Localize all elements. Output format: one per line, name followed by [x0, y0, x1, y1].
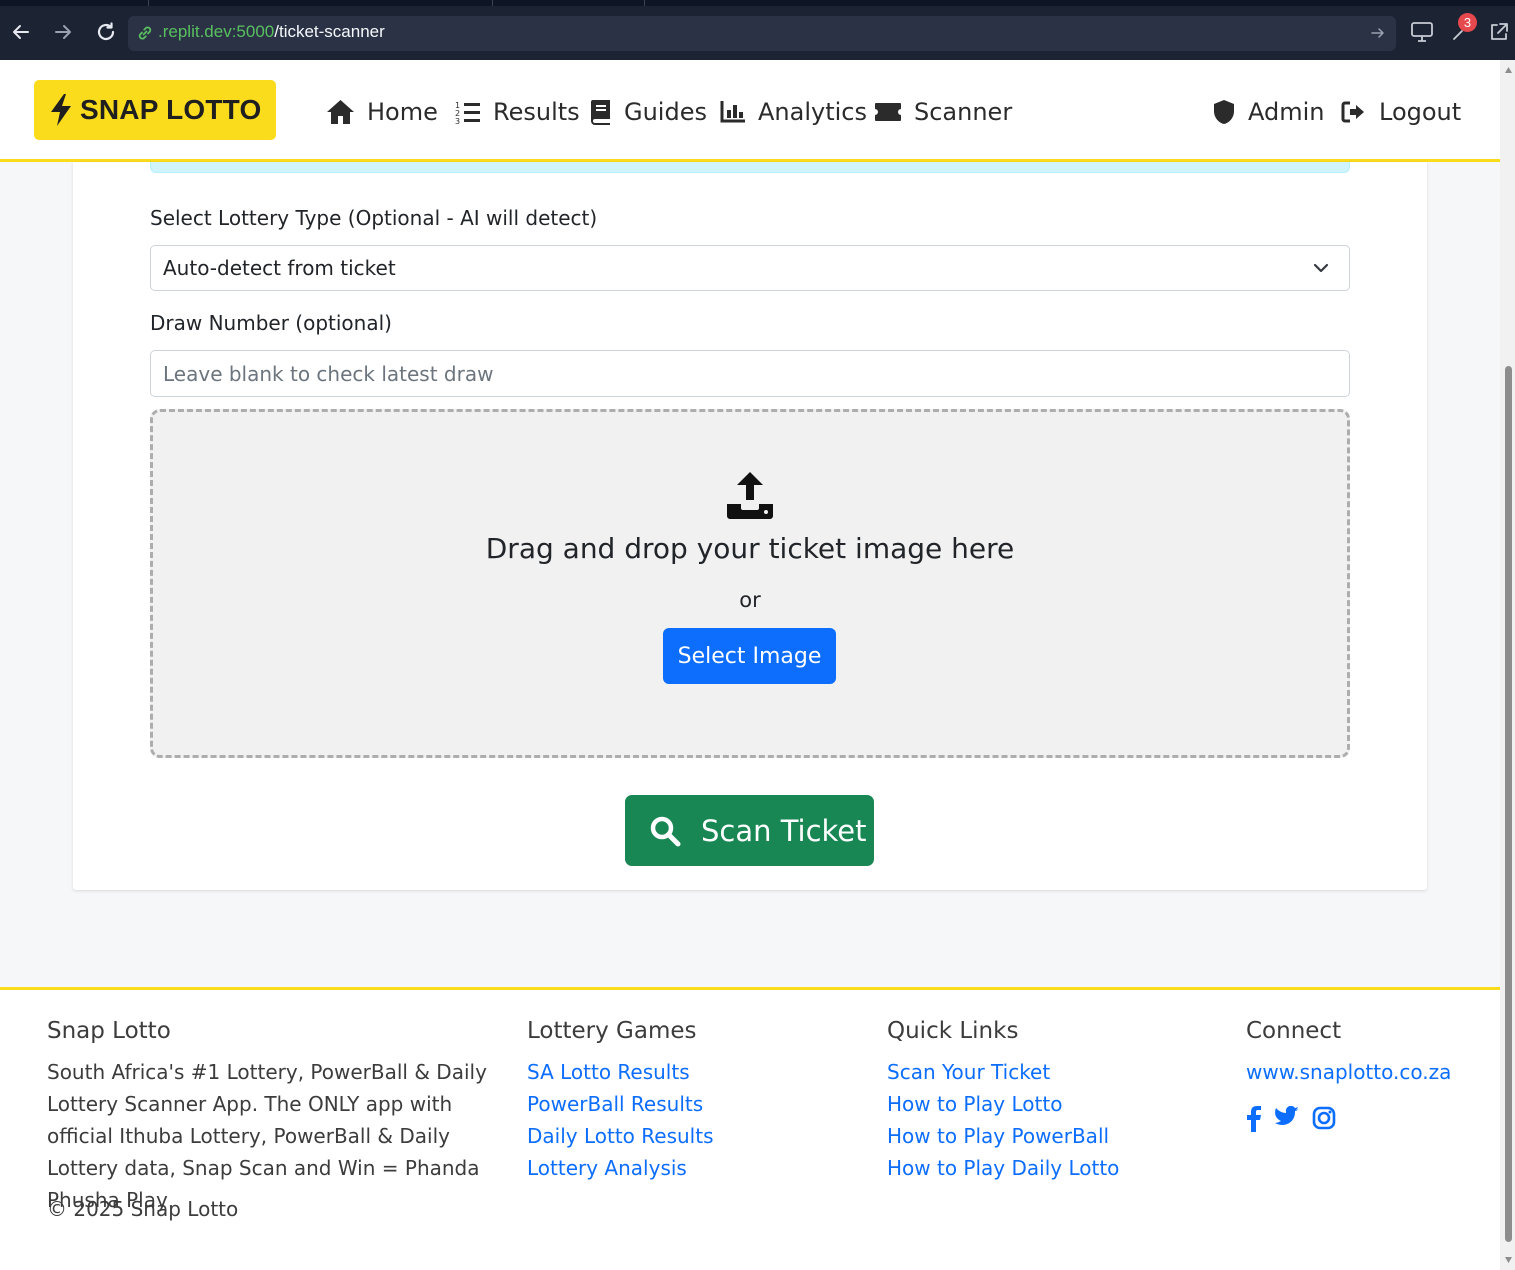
- footer-about-heading: Snap Lotto: [47, 1018, 171, 1044]
- site-footer: Snap Lotto South Africa's #1 Lottery, Po…: [0, 987, 1500, 1270]
- footer-quick-list: Scan Your Ticket How to Play Lotto How t…: [887, 1056, 1119, 1184]
- upload-icon: [727, 472, 773, 519]
- footer-link-how-powerball[interactable]: How to Play PowerBall: [887, 1120, 1119, 1152]
- nav-logout[interactable]: Logout: [1341, 95, 1461, 129]
- footer-about-text: South Africa's #1 Lottery, PowerBall & D…: [47, 1060, 487, 1212]
- nav-logout-label: Logout: [1379, 98, 1462, 126]
- chart-icon: [720, 101, 745, 123]
- brand-logo[interactable]: SNAP LOTTO: [34, 80, 276, 140]
- nav-guides-label: Guides: [624, 98, 707, 126]
- lottery-type-label: Select Lottery Type (Optional - AI will …: [150, 206, 598, 230]
- draw-number-input[interactable]: [150, 350, 1350, 397]
- chevron-down-icon: [1313, 263, 1329, 273]
- footer-link-analysis[interactable]: Lottery Analysis: [527, 1152, 713, 1184]
- brand-text: SNAP LOTTO: [80, 94, 262, 125]
- twitter-icon[interactable]: [1274, 1106, 1300, 1132]
- nav-scanner-label: Scanner: [914, 98, 1013, 126]
- forward-button[interactable]: [50, 19, 76, 45]
- nav-admin-label: Admin: [1248, 98, 1325, 126]
- go-arrow-icon[interactable]: [1370, 25, 1386, 41]
- ticket-dropzone[interactable]: Drag and drop your ticket image here or …: [150, 409, 1350, 758]
- footer-games-list: SA Lotto Results PowerBall Results Daily…: [527, 1056, 713, 1184]
- ticket-icon: [875, 103, 901, 121]
- footer-link-powerball[interactable]: PowerBall Results: [527, 1088, 713, 1120]
- address-bar[interactable]: .replit.dev:5000/ticket-scanner: [128, 16, 1396, 51]
- notification-badge: 3: [1458, 13, 1477, 32]
- nav-home[interactable]: Home: [326, 95, 438, 129]
- url-path: /ticket-scanner: [274, 22, 385, 41]
- nav-analytics[interactable]: Analytics: [720, 95, 867, 129]
- logout-icon: [1341, 101, 1364, 123]
- footer-link-how-lotto[interactable]: How to Play Lotto: [887, 1088, 1119, 1120]
- footer-link-daily-lotto[interactable]: Daily Lotto Results: [527, 1120, 713, 1152]
- draw-number-label: Draw Number (optional): [150, 311, 392, 335]
- browser-tab-strip: [0, 0, 1515, 6]
- scroll-down-icon[interactable]: [1504, 1256, 1513, 1264]
- dropzone-or: or: [739, 588, 761, 612]
- nav-scanner[interactable]: Scanner: [874, 95, 1012, 129]
- nav-admin[interactable]: Admin: [1212, 95, 1325, 129]
- search-icon: [650, 816, 681, 846]
- lottery-type-value: Auto-detect from ticket: [163, 256, 396, 280]
- facebook-icon[interactable]: [1246, 1106, 1262, 1132]
- page-scrollbar[interactable]: [1500, 60, 1515, 1270]
- main-navbar: SNAP LOTTO Home 123 Results Guides Analy…: [0, 60, 1500, 162]
- scan-ticket-label: Scan Ticket: [701, 813, 867, 848]
- footer-link-scan-ticket[interactable]: Scan Your Ticket: [887, 1056, 1119, 1088]
- shield-icon: [1214, 100, 1234, 124]
- bolt-icon: [51, 94, 71, 126]
- footer-connect-list: www.snaplotto.co.za: [1246, 1056, 1451, 1088]
- info-alert: [150, 162, 1350, 173]
- select-image-button[interactable]: Select Image: [663, 628, 836, 684]
- arrow-right-icon: [55, 25, 71, 39]
- scrollbar-thumb[interactable]: [1505, 366, 1512, 1242]
- book-icon: [591, 100, 610, 125]
- reload-button[interactable]: [93, 19, 119, 45]
- reload-icon: [97, 22, 115, 41]
- footer-website-link[interactable]: www.snaplotto.co.za: [1246, 1056, 1451, 1088]
- footer-connect-heading: Connect: [1246, 1018, 1342, 1044]
- scan-ticket-button[interactable]: Scan Ticket: [625, 795, 874, 866]
- footer-quick-heading: Quick Links: [887, 1018, 1019, 1044]
- nav-home-label: Home: [367, 98, 438, 126]
- scroll-up-icon[interactable]: [1504, 66, 1513, 74]
- link-icon: [138, 26, 152, 40]
- footer-copyright: © 2025 Snap Lotto: [47, 1197, 239, 1221]
- arrow-left-icon: [13, 25, 29, 39]
- url-text: .replit.dev:5000/ticket-scanner: [158, 22, 385, 42]
- browser-toolbar: .replit.dev:5000/ticket-scanner 3: [0, 0, 1515, 60]
- nav-results-label: Results: [493, 98, 580, 126]
- lottery-type-select[interactable]: Auto-detect from ticket: [150, 245, 1350, 291]
- url-host: .replit.dev:5000: [158, 22, 275, 41]
- footer-link-how-daily-lotto[interactable]: How to Play Daily Lotto: [887, 1152, 1119, 1184]
- list-ol-icon: 123: [455, 101, 480, 124]
- home-icon: [327, 100, 354, 124]
- footer-games-heading: Lottery Games: [527, 1018, 697, 1044]
- nav-results[interactable]: 123 Results: [455, 95, 580, 129]
- devices-icon[interactable]: [1410, 21, 1434, 43]
- svg-text:3: 3: [455, 117, 460, 124]
- footer-link-sa-lotto[interactable]: SA Lotto Results: [527, 1056, 713, 1088]
- nav-analytics-label: Analytics: [758, 98, 867, 126]
- dropzone-title: Drag and drop your ticket image here: [485, 532, 1015, 565]
- instagram-icon[interactable]: [1312, 1106, 1336, 1132]
- back-button[interactable]: [8, 19, 34, 45]
- external-link-icon[interactable]: [1488, 21, 1510, 43]
- nav-guides[interactable]: Guides: [590, 95, 707, 129]
- social-links: [1246, 1106, 1336, 1132]
